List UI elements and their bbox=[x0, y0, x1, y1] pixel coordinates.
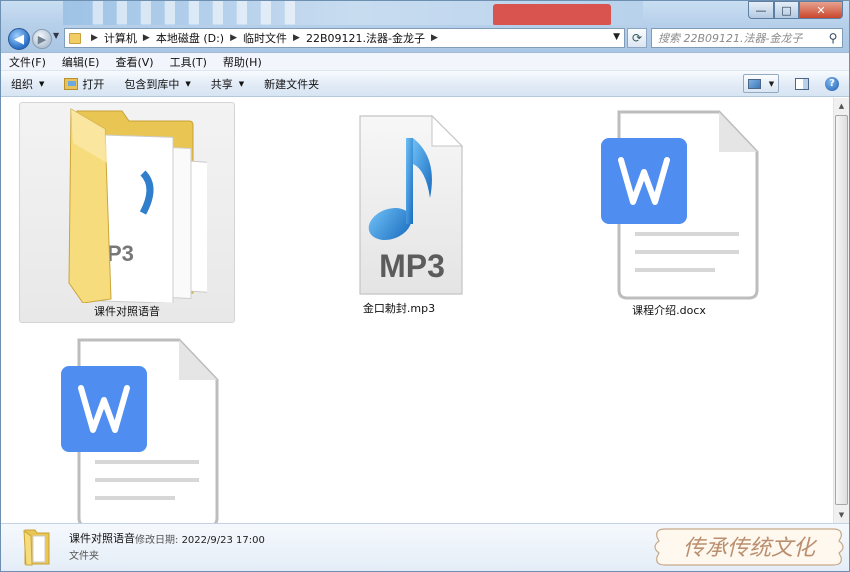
share-label: 共享 bbox=[210, 77, 233, 91]
wps-document-icon bbox=[61, 338, 219, 528]
refresh-icon: ⟳ bbox=[631, 31, 643, 45]
forward-button[interactable]: ▶ bbox=[32, 29, 52, 49]
file-item-docx[interactable]: 课程介绍.docx bbox=[561, 102, 777, 323]
forward-arrow-icon: ▶ bbox=[37, 32, 47, 46]
minimize-button[interactable]: — bbox=[748, 1, 774, 19]
breadcrumb-drive-d[interactable]: 本地磁盘 (D:) bbox=[156, 30, 224, 46]
chevron-right-icon[interactable]: ▶ bbox=[431, 33, 438, 43]
organize-button[interactable]: 组织 ▼ bbox=[11, 76, 44, 92]
breadcrumb-computer[interactable]: 计算机 bbox=[104, 30, 137, 46]
ad-banner-button[interactable] bbox=[493, 4, 611, 25]
close-button[interactable]: ✕ bbox=[799, 1, 843, 19]
mp3-badge: MP3 bbox=[379, 248, 445, 284]
watermark-seal: 传承传统文化 bbox=[654, 528, 844, 566]
file-item-mp3[interactable]: MP3 金口勅封.mp3 bbox=[291, 102, 507, 323]
open-label: 打开 bbox=[82, 77, 105, 91]
menu-help[interactable]: 帮助(H) bbox=[223, 54, 262, 70]
file-view[interactable]: 3 P3 课件对照语音 bbox=[1, 98, 833, 528]
ad-banner[interactable]: ▌▌▌▌▌▌▌▌▌ bbox=[63, 1, 643, 25]
wps-document-icon bbox=[601, 110, 759, 300]
explorer-window: ▌▌▌▌▌▌▌▌▌ — □ ✕ ◀ ▶ ▼ ▶ 计算机 ▶ 本地磁盘 (D:) … bbox=[0, 0, 850, 572]
ad-banner-text: ▌▌▌▌▌▌▌▌▌ bbox=[93, 1, 309, 25]
chevron-down-icon[interactable]: ▼ bbox=[613, 32, 620, 42]
file-name-label: 课程介绍.docx bbox=[632, 304, 706, 317]
search-box[interactable]: 搜索 22B09121.法器-金龙子 ⚲ bbox=[651, 28, 843, 48]
back-button[interactable]: ◀ bbox=[8, 28, 30, 50]
file-item-docx-2[interactable] bbox=[21, 330, 237, 530]
menu-edit[interactable]: 编辑(E) bbox=[62, 54, 100, 70]
chevron-down-icon: ▼ bbox=[238, 79, 245, 88]
refresh-button[interactable]: ⟳ bbox=[627, 28, 647, 48]
search-icon[interactable]: ⚲ bbox=[824, 31, 842, 45]
details-type: 文件夹 bbox=[69, 551, 99, 562]
view-controls: ▼ ? bbox=[743, 74, 839, 93]
scroll-thumb[interactable] bbox=[835, 115, 848, 505]
svg-text:P3: P3 bbox=[107, 241, 134, 266]
chevron-down-icon: ▼ bbox=[39, 79, 45, 88]
folder-icon bbox=[69, 32, 81, 44]
file-name-label: 金口勅封.mp3 bbox=[362, 302, 436, 315]
details-name: 课件对照语音 bbox=[69, 532, 135, 545]
vertical-scrollbar[interactable]: ▲ ▼ bbox=[833, 98, 849, 523]
include-library-label: 包含到库中 bbox=[124, 77, 180, 91]
details-modified: 修改日期: 2022/9/23 17:00 bbox=[135, 531, 265, 546]
recent-pages-dropdown[interactable]: ▼ bbox=[53, 31, 59, 40]
chevron-right-icon[interactable]: ▶ bbox=[143, 33, 150, 43]
chevron-right-icon[interactable]: ▶ bbox=[230, 33, 237, 43]
address-bar[interactable]: ▶ 计算机 ▶ 本地磁盘 (D:) ▶ 临时文件 ▶ 22B09121.法器-金… bbox=[64, 28, 625, 48]
change-view-button[interactable]: ▼ bbox=[743, 74, 779, 93]
breadcrumb-temp-files[interactable]: 临时文件 bbox=[243, 30, 287, 46]
breadcrumb-current-folder[interactable]: 22B09121.法器-金龙子 bbox=[306, 30, 425, 46]
maximize-button[interactable]: □ bbox=[774, 1, 799, 19]
menu-tools[interactable]: 工具(T) bbox=[170, 54, 207, 70]
chevron-right-icon[interactable]: ▶ bbox=[293, 33, 300, 43]
command-bar: 组织 ▼ 打开 包含到库中 ▼ 共享 ▼ 新建文件夹 ▼ ? bbox=[1, 71, 849, 97]
organize-label: 组织 bbox=[11, 77, 33, 91]
share-button[interactable]: 共享 ▼ bbox=[211, 76, 244, 92]
watermark-text: 传承传统文化 bbox=[683, 536, 818, 561]
chevron-right-icon[interactable]: ▶ bbox=[91, 33, 98, 43]
search-input[interactable]: 搜索 22B09121.法器-金龙子 bbox=[652, 30, 824, 46]
file-item-folder[interactable]: 3 P3 课件对照语音 bbox=[19, 102, 235, 323]
back-arrow-icon: ◀ bbox=[14, 31, 24, 47]
open-icon bbox=[64, 77, 79, 90]
details-modified-label: 修改日期: bbox=[135, 535, 179, 546]
folder-icon: 3 P3 bbox=[68, 108, 207, 303]
view-icon bbox=[747, 78, 761, 89]
window-controls: — □ ✕ bbox=[748, 1, 843, 19]
preview-pane-icon[interactable] bbox=[795, 77, 809, 90]
mp3-file-icon: MP3 bbox=[359, 114, 464, 295]
new-folder-label: 新建文件夹 bbox=[264, 77, 320, 91]
details-modified-value: 2022/9/23 17:00 bbox=[181, 535, 265, 546]
menu-bar: 文件(F) 编辑(E) 查看(V) 工具(T) 帮助(H) bbox=[1, 53, 849, 71]
chevron-down-icon: ▼ bbox=[768, 79, 775, 88]
include-library-button[interactable]: 包含到库中 ▼ bbox=[124, 76, 190, 92]
menu-view[interactable]: 查看(V) bbox=[115, 54, 153, 70]
open-button[interactable]: 打开 bbox=[64, 76, 104, 92]
chevron-down-icon: ▼ bbox=[185, 79, 191, 88]
help-icon[interactable]: ? bbox=[825, 76, 839, 91]
scroll-up-arrow-icon[interactable]: ▲ bbox=[834, 98, 849, 114]
new-folder-button[interactable]: 新建文件夹 bbox=[264, 76, 319, 92]
folder-icon bbox=[23, 529, 50, 566]
title-bar: ▌▌▌▌▌▌▌▌▌ — □ ✕ ◀ ▶ ▼ ▶ 计算机 ▶ 本地磁盘 (D:) … bbox=[1, 1, 849, 53]
menu-file[interactable]: 文件(F) bbox=[9, 54, 46, 70]
file-name-label: 课件对照语音 bbox=[94, 305, 160, 318]
scroll-down-arrow-icon[interactable]: ▼ bbox=[834, 507, 849, 523]
